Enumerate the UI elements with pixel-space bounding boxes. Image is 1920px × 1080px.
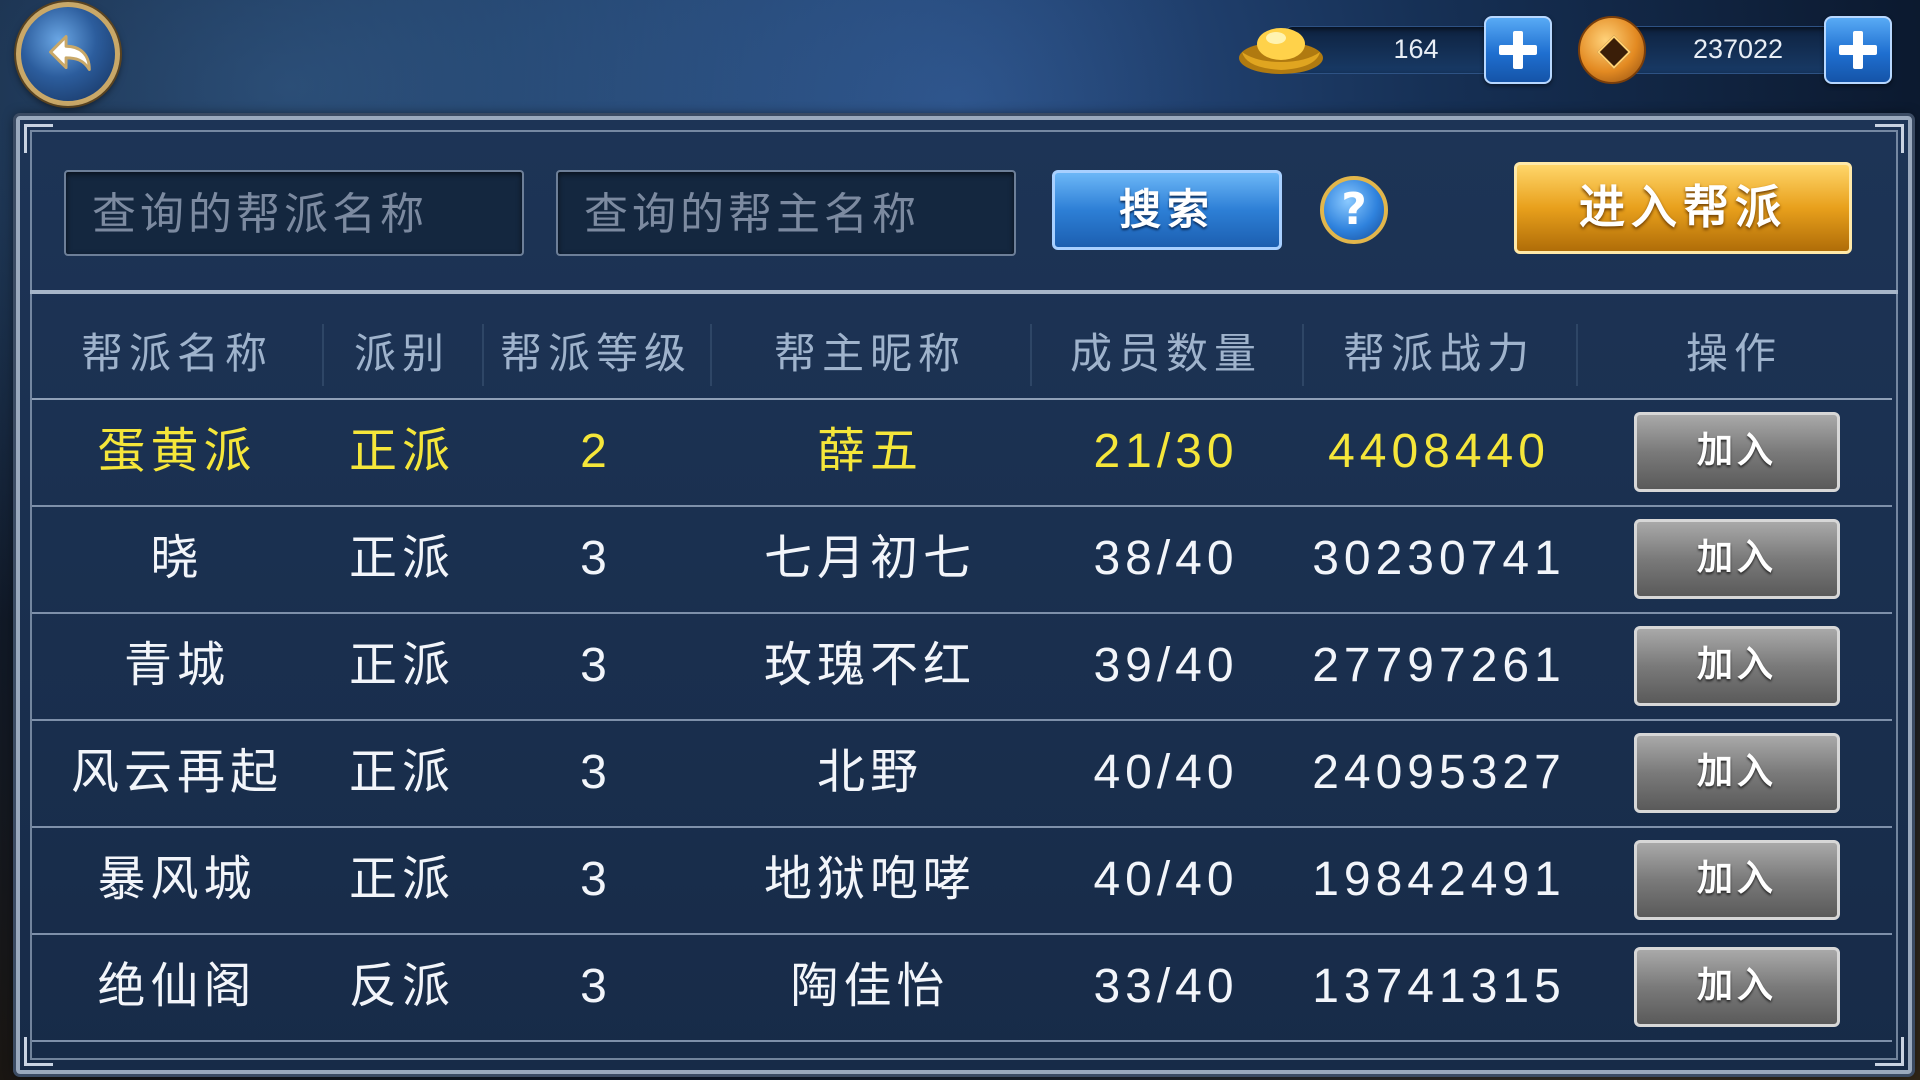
guild-power: 24095327 — [1312, 746, 1566, 799]
gold-ingot-icon — [1239, 28, 1323, 74]
guild-power: 13741315 — [1312, 960, 1566, 1013]
join-button[interactable]: 加入 — [1634, 733, 1840, 813]
header-action: 操作 — [1685, 329, 1782, 378]
search-button[interactable]: 搜索 — [1052, 170, 1282, 250]
back-button[interactable] — [16, 2, 120, 106]
back-arrow-icon — [49, 35, 91, 71]
guild-name: 风云再起 — [70, 744, 283, 800]
join-button[interactable]: 加入 — [1634, 840, 1840, 920]
guild-name: 绝仙阁 — [97, 958, 257, 1014]
guild-table: 帮派名称 派别 帮派等级 帮主昵称 成员数量 帮派战力 操作 蛋黄派 正派 2 … — [32, 310, 1892, 1042]
coin-value: 237022 — [1692, 34, 1784, 64]
header-faction: 派别 — [353, 329, 450, 378]
header-members: 成员数量 — [1069, 329, 1262, 378]
guild-power: 27797261 — [1312, 639, 1566, 692]
guild-level: 2 — [580, 425, 612, 478]
guild-members: 40/40 — [1093, 746, 1239, 799]
guild-level: 3 — [580, 746, 612, 799]
table-row: 青城 正派 3 玫瑰不红 39/40 27797261 加入 — [32, 614, 1892, 721]
guild-faction: 反派 — [348, 958, 455, 1014]
guild-leader: 七月初七 — [763, 530, 976, 586]
table-row: 风云再起 正派 3 北野 40/40 24095327 加入 — [32, 721, 1892, 828]
header-level: 帮派等级 — [499, 329, 692, 378]
header-guild-name: 帮派名称 — [80, 329, 273, 378]
guild-members: 39/40 — [1093, 639, 1239, 692]
table-row: 绝仙阁 反派 3 陶佳怡 33/40 13741315 加入 — [32, 935, 1892, 1042]
guild-panel: 查询的帮派名称 查询的帮主名称 搜索 ? 进入帮派 帮派名称 派别 帮派等级 帮… — [16, 116, 1912, 1074]
guild-leader: 地狱咆哮 — [763, 851, 976, 907]
guild-leader: 陶佳怡 — [790, 958, 950, 1014]
guild-level: 3 — [580, 639, 612, 692]
guild-members: 38/40 — [1093, 532, 1239, 585]
table-row: 蛋黄派 正派 2 薛五 21/30 4408440 加入 — [32, 400, 1892, 507]
guild-leader: 薛五 — [816, 423, 923, 479]
coin-currency: 237022 — [1578, 16, 1892, 84]
enter-guild-button[interactable]: 进入帮派 — [1514, 162, 1852, 254]
guild-members: 40/40 — [1093, 853, 1239, 906]
divider — [30, 290, 1898, 294]
guild-power: 19842491 — [1312, 853, 1566, 906]
guild-leader: 玫瑰不红 — [763, 637, 976, 693]
guild-level: 3 — [580, 853, 612, 906]
add-gold-button[interactable] — [1484, 16, 1552, 84]
guild-level: 3 — [580, 960, 612, 1013]
table-row: 暴风城 正派 3 地狱咆哮 40/40 19842491 加入 — [32, 828, 1892, 935]
join-button[interactable]: 加入 — [1634, 412, 1840, 492]
table-header: 帮派名称 派别 帮派等级 帮主昵称 成员数量 帮派战力 操作 — [32, 310, 1892, 400]
guild-name: 青城 — [123, 637, 230, 693]
header-power: 帮派战力 — [1342, 329, 1535, 378]
gold-currency: 164 — [1236, 16, 1552, 84]
gold-value: 164 — [1393, 34, 1439, 64]
leader-name-search-input[interactable]: 查询的帮主名称 — [556, 170, 1016, 256]
join-button[interactable]: 加入 — [1634, 519, 1840, 599]
guild-power: 30230741 — [1312, 532, 1566, 585]
guild-level: 3 — [580, 532, 612, 585]
search-row: 查询的帮派名称 查询的帮主名称 搜索 ? 进入帮派 — [20, 120, 1908, 290]
guild-name: 晓 — [150, 530, 204, 586]
guild-faction: 正派 — [348, 423, 455, 479]
guild-members: 33/40 — [1093, 960, 1239, 1013]
guild-power: 4408440 — [1328, 425, 1550, 478]
copper-coin-icon — [1578, 16, 1646, 84]
guild-name: 暴风城 — [97, 851, 257, 907]
guild-members: 21/30 — [1093, 425, 1239, 478]
table-row: 晓 正派 3 七月初七 38/40 30230741 加入 — [32, 507, 1892, 614]
guild-faction: 正派 — [348, 851, 455, 907]
guild-faction: 正派 — [348, 637, 455, 693]
guild-name-search-input[interactable]: 查询的帮派名称 — [64, 170, 524, 256]
guild-faction: 正派 — [348, 744, 455, 800]
join-button[interactable]: 加入 — [1634, 626, 1840, 706]
guild-faction: 正派 — [348, 530, 455, 586]
guild-leader: 北野 — [816, 744, 923, 800]
add-coin-button[interactable] — [1824, 16, 1892, 84]
help-icon[interactable]: ? — [1320, 176, 1388, 244]
guild-name: 蛋黄派 — [97, 423, 257, 479]
join-button[interactable]: 加入 — [1634, 947, 1840, 1027]
header-leader: 帮主昵称 — [773, 329, 966, 378]
